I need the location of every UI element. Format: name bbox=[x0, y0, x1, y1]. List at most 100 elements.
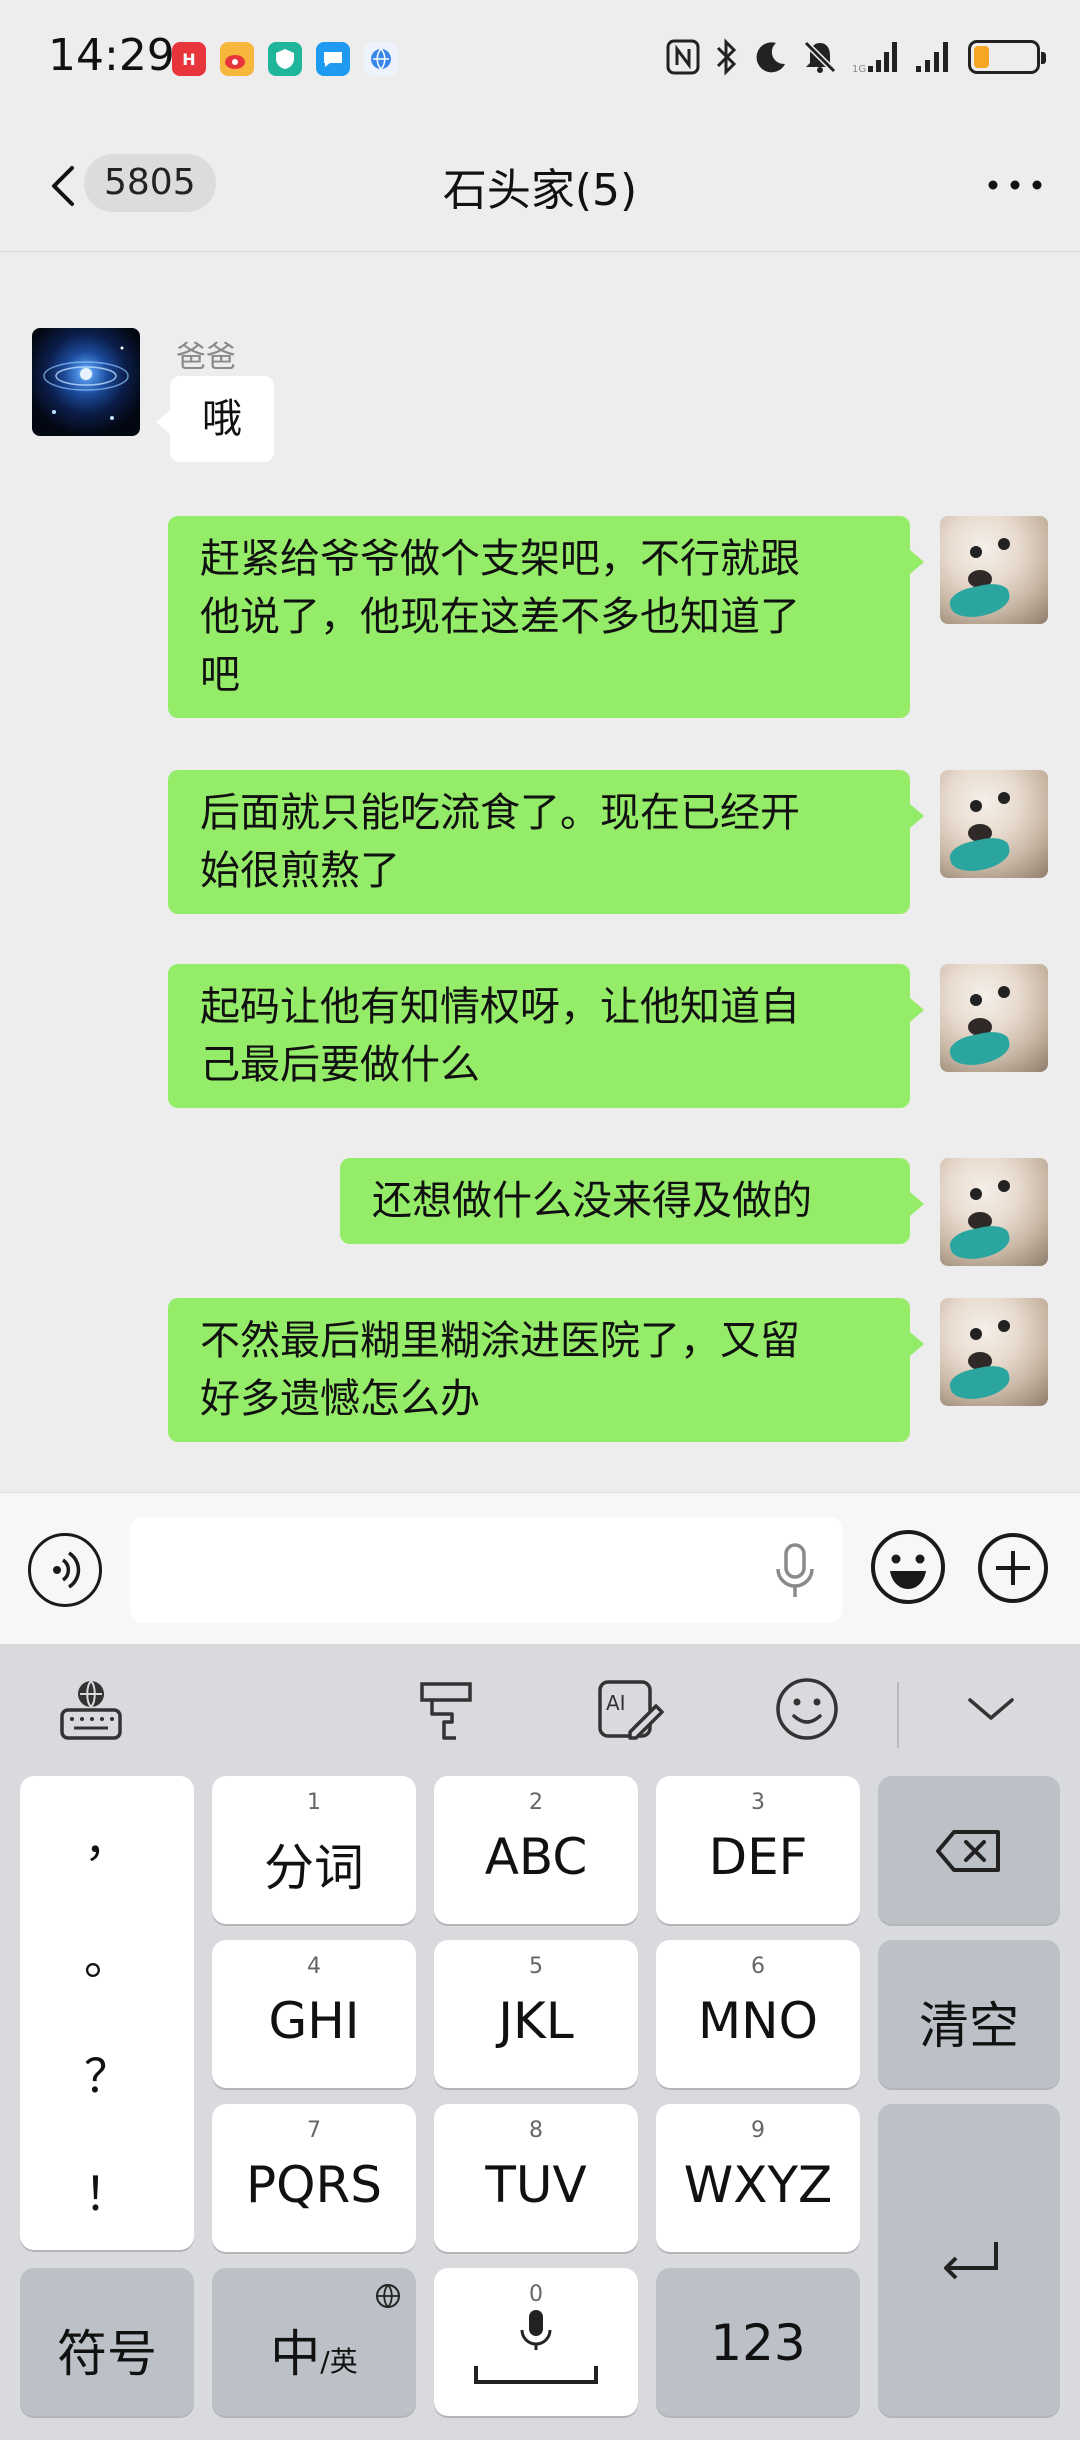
key-3[interactable]: 3 DEF bbox=[656, 1776, 860, 1924]
svg-text:1G: 1G bbox=[852, 64, 866, 74]
key-label: MNO bbox=[698, 1992, 818, 2050]
message-bubble-incoming[interactable]: 哦 bbox=[156, 376, 274, 462]
my-avatar[interactable] bbox=[940, 516, 1048, 624]
numbers-key[interactable]: 123 bbox=[656, 2268, 860, 2416]
language-sub: /英 bbox=[320, 2345, 358, 2378]
key-2[interactable]: 2 ABC bbox=[434, 1776, 638, 1924]
signal-1-icon: 1G bbox=[852, 42, 897, 74]
message-text: 哦 bbox=[202, 396, 242, 442]
microphone-icon bbox=[520, 2310, 552, 2350]
message-text-line: 始很煎熬了 bbox=[200, 848, 400, 894]
key-number: 4 bbox=[307, 1954, 321, 1979]
keyboard-toolbar: AI bbox=[0, 1644, 1080, 1768]
message-text-line: 还想做什么没来得及做的 bbox=[372, 1178, 812, 1224]
message-bubble-outgoing[interactable]: 后面就只能吃流食了。现在已经开 始很煎熬了 bbox=[168, 770, 924, 914]
message-bubble-outgoing[interactable]: 起码让他有知情权呀，让他知道自 己最后要做什么 bbox=[168, 964, 924, 1108]
ai-write-icon[interactable]: AI bbox=[594, 1674, 664, 1744]
key-label: GHI bbox=[268, 1992, 360, 2050]
key-number: 0 bbox=[529, 2282, 543, 2307]
enter-icon bbox=[944, 2242, 998, 2280]
message-text-line: 起码让他有知情权呀，让他知道自 bbox=[200, 984, 800, 1030]
key-6[interactable]: 6 MNO bbox=[656, 1940, 860, 2088]
key-label: 123 bbox=[710, 2314, 806, 2372]
message-input[interactable] bbox=[130, 1517, 842, 1623]
shield-app-icon bbox=[268, 42, 302, 76]
punct-comma[interactable]: ， bbox=[20, 1804, 194, 1870]
battery-level bbox=[974, 46, 989, 68]
my-avatar[interactable] bbox=[940, 1298, 1048, 1406]
key-label: PQRS bbox=[246, 2156, 382, 2214]
message-list[interactable]: 爸爸 哦 赶紧给爷爷做个支架吧，不行就跟 他说了，他现在这差不多也知道了 吧 后… bbox=[0, 252, 1080, 1492]
key-number: 6 bbox=[751, 1954, 765, 1979]
globe-icon bbox=[376, 2284, 400, 2308]
message-bubble-outgoing[interactable]: 还想做什么没来得及做的 bbox=[340, 1158, 924, 1244]
brush-icon[interactable] bbox=[412, 1674, 482, 1744]
space-key[interactable]: 0 bbox=[434, 2268, 638, 2416]
key-8[interactable]: 8 TUV bbox=[434, 2104, 638, 2252]
status-indicators: 1G bbox=[666, 38, 1046, 76]
toolbar-separator bbox=[897, 1682, 899, 1748]
emoji-icon[interactable] bbox=[772, 1674, 842, 1744]
keyboard-globe-icon[interactable] bbox=[56, 1674, 126, 1744]
ime-keyboard: AI ， 。 ？ ！ 1 分词 2 ABC 3 DEF 4 GHI 5 JKL … bbox=[0, 1644, 1080, 2440]
message-app-icon bbox=[316, 42, 350, 76]
message-input-bar bbox=[0, 1492, 1080, 1644]
my-avatar[interactable] bbox=[940, 1158, 1048, 1266]
message-bubble-outgoing[interactable]: 赶紧给爷爷做个支架吧，不行就跟 他说了，他现在这差不多也知道了 吧 bbox=[168, 516, 924, 718]
key-7[interactable]: 7 PQRS bbox=[212, 2104, 416, 2252]
moon-icon bbox=[756, 42, 785, 73]
status-bar: 14:29 H 1G bbox=[0, 0, 1080, 120]
key-5[interactable]: 5 JKL bbox=[434, 1940, 638, 2088]
key-label: 符号 bbox=[57, 2325, 157, 2383]
voice-mode-button[interactable] bbox=[28, 1533, 102, 1607]
add-attachment-icon[interactable] bbox=[976, 1531, 1050, 1605]
sender-name: 爸爸 bbox=[176, 340, 236, 375]
my-avatar[interactable] bbox=[940, 964, 1048, 1072]
voice-wave-icon bbox=[53, 1551, 81, 1589]
language-main: 中 bbox=[270, 2325, 321, 2383]
key-label: DEF bbox=[708, 1828, 808, 1886]
nfc-icon bbox=[666, 39, 700, 75]
key-number: 1 bbox=[307, 1790, 321, 1815]
key-1[interactable]: 1 分词 bbox=[212, 1776, 416, 1924]
key-4[interactable]: 4 GHI bbox=[212, 1940, 416, 2088]
punct-period[interactable]: 。 bbox=[20, 1922, 194, 1988]
backspace-key[interactable] bbox=[878, 1776, 1060, 1924]
key-number: 8 bbox=[529, 2118, 543, 2143]
message-text-line: 己最后要做什么 bbox=[200, 1042, 480, 1088]
enter-key[interactable] bbox=[878, 2104, 1060, 2416]
punctuation-column[interactable]: ， 。 ？ ！ bbox=[20, 1776, 194, 2250]
message-text-line: 赶紧给爷爷做个支架吧，不行就跟 bbox=[200, 536, 800, 582]
message-text-line: 好多遗憾怎么办 bbox=[200, 1376, 480, 1422]
punct-exclaim[interactable]: ！ bbox=[20, 2158, 194, 2224]
chat-title: 石头家(5) bbox=[442, 165, 638, 216]
mute-bell-icon bbox=[803, 40, 837, 74]
key-9[interactable]: 9 WXYZ bbox=[656, 2104, 860, 2252]
language-switch-key[interactable]: 中/英 bbox=[212, 2268, 416, 2416]
symbols-key[interactable]: 符号 bbox=[20, 2268, 194, 2416]
message-text-line: 不然最后糊里糊涂进医院了，又留 bbox=[200, 1318, 800, 1364]
emoji-button-icon[interactable] bbox=[868, 1527, 948, 1607]
key-number: 7 bbox=[307, 2118, 321, 2143]
collapse-chevron-icon[interactable] bbox=[956, 1674, 1026, 1744]
message-bubble-outgoing[interactable]: 不然最后糊里糊涂进医院了，又留 好多遗憾怎么办 bbox=[168, 1298, 924, 1442]
my-avatar[interactable] bbox=[940, 770, 1048, 878]
battery-icon bbox=[968, 40, 1046, 74]
space-bar-icon bbox=[474, 2366, 598, 2384]
punct-question[interactable]: ？ bbox=[20, 2040, 194, 2106]
signal-2-icon bbox=[916, 42, 948, 72]
key-label: WXYZ bbox=[683, 2156, 833, 2214]
microphone-icon[interactable] bbox=[770, 1541, 820, 1601]
clear-key[interactable]: 清空 bbox=[878, 1940, 1060, 2088]
key-number: 3 bbox=[751, 1790, 765, 1815]
key-label: JKL bbox=[498, 1992, 574, 2050]
message-text-line: 他说了，他现在这差不多也知道了 bbox=[200, 594, 800, 640]
more-options-icon[interactable] bbox=[980, 160, 1050, 210]
status-time: 14:29 bbox=[48, 30, 175, 81]
svg-text:AI: AI bbox=[606, 1691, 626, 1715]
status-app-icons: H bbox=[172, 42, 398, 76]
backspace-icon bbox=[936, 1830, 1000, 1872]
message-text-line: 吧 bbox=[200, 652, 240, 698]
sender-avatar[interactable] bbox=[32, 328, 140, 436]
key-label: TUV bbox=[485, 2156, 587, 2214]
